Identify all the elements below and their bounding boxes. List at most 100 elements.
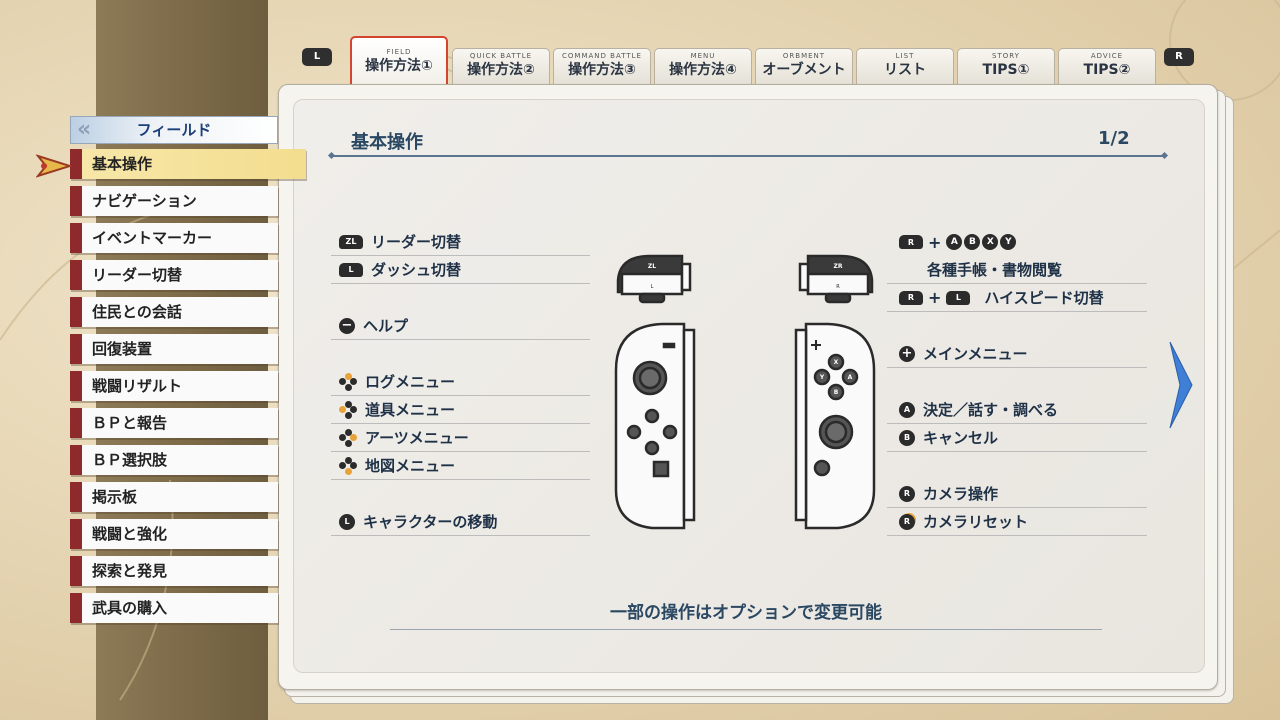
tab-list[interactable]: LIST リスト (856, 48, 954, 86)
control-label: 地図メニュー (365, 457, 456, 475)
minus-button-icon: − (339, 317, 355, 334)
dpad-left-icon (339, 400, 357, 419)
r-shoulder-icon[interactable]: R (1164, 48, 1194, 66)
control-row: R カメラリセット (887, 508, 1147, 536)
tab-sub-label: LIST (895, 52, 915, 60)
control-row: − ヘルプ (331, 312, 590, 340)
l-label: L (651, 284, 654, 290)
tab-command-battle[interactable]: COMMAND BATTLE 操作方法③ (553, 48, 651, 86)
plus-button-icon: + (899, 345, 915, 362)
title-divider (331, 155, 1165, 157)
tab-bar: L FIELD 操作方法① QUICK BATTLE 操作方法② COMMAND… (302, 34, 1202, 86)
menu-item-bp-report[interactable]: ＢＰと報告 (70, 408, 278, 438)
menu-item-bulletin-board[interactable]: 掲示板 (70, 482, 278, 512)
control-label: 道具メニュー (365, 401, 456, 419)
control-row: L キャラクターの移動 (331, 508, 590, 536)
b-button-icon: B (899, 429, 915, 446)
tab-sub-label: COMMAND BATTLE (562, 52, 642, 60)
a-label: A (848, 374, 853, 381)
tab-story[interactable]: STORY TIPS① (957, 48, 1055, 86)
category-header[interactable]: « フィールド (70, 116, 278, 144)
tab-sub-label: ORBMENT (782, 52, 826, 60)
control-label: キャラクターの移動 (363, 513, 498, 531)
page-indicator: 1/2 (1098, 128, 1130, 149)
y-label: Y (819, 374, 825, 381)
dpad-right-icon (339, 428, 357, 447)
menu-item-explore-discover[interactable]: 探索と発見 (70, 556, 278, 586)
control-row: 道具メニュー (331, 396, 590, 424)
joycon-illustration: ZL ZR X Y A B L R (614, 254, 876, 530)
tab-orbment[interactable]: ORBMENT オーブメント (755, 48, 853, 86)
control-label: 決定／話す・調べる (923, 401, 1059, 419)
tab-label: 操作方法④ (669, 62, 737, 78)
plus-sign: + (928, 288, 942, 307)
menu-item-leader-switch[interactable]: リーダー切替 (70, 260, 278, 290)
menu-item-resident-talk[interactable]: 住民との会話 (70, 297, 278, 327)
b-button-icon: B (964, 234, 981, 250)
dpad-down-icon (339, 456, 357, 475)
control-row: ログメニュー (331, 368, 590, 396)
menu-item-buy-equipment[interactable]: 武具の購入 (70, 593, 278, 623)
control-row: A 決定／話す・調べる (887, 396, 1147, 424)
x-button-icon: X (982, 234, 999, 250)
tab-quick-battle[interactable]: QUICK BATTLE 操作方法② (452, 48, 550, 86)
footer-note: 一部の操作はオプションで変更可能 (390, 598, 1102, 630)
l-button-icon: L (339, 262, 363, 277)
menu-item-basic-controls[interactable]: 基本操作 (70, 149, 306, 179)
control-label: 各種手帳・書物閲覧 (927, 261, 1063, 279)
control-row: R + L ハイスピード切替 (887, 284, 1147, 312)
right-stick-press-icon: R (899, 513, 915, 530)
tab-advice[interactable]: ADVICE TIPS② (1058, 48, 1156, 86)
tab-label: 操作方法① (365, 58, 433, 74)
selection-cursor-icon (36, 154, 72, 178)
menu-item-battle-enhance[interactable]: 戦闘と強化 (70, 519, 278, 549)
r-button-icon: R (899, 290, 923, 305)
control-label: メインメニュー (923, 345, 1028, 363)
a-button-icon: A (899, 401, 915, 418)
control-label: カメラリセット (923, 513, 1029, 531)
x-label: X (834, 359, 839, 366)
menu-item-bp-choices[interactable]: ＢＰ選択肢 (70, 445, 278, 475)
menu-item-navigation[interactable]: ナビゲーション (70, 186, 278, 216)
tab-label: リスト (884, 62, 926, 78)
tab-label: TIPS① (982, 62, 1030, 78)
control-label: ダッシュ切替 (371, 261, 462, 279)
zr-label: ZR (834, 263, 843, 270)
l-shoulder-icon[interactable]: L (302, 48, 332, 66)
b-label: B (834, 389, 839, 396)
tab-field[interactable]: FIELD 操作方法① (350, 36, 448, 86)
category-label: フィールド (136, 121, 212, 139)
tab-label: 操作方法② (467, 62, 535, 78)
dpad-up-icon (339, 372, 357, 391)
plus-sign: + (928, 232, 942, 252)
r-label: R (836, 284, 840, 290)
control-row: B キャンセル (887, 424, 1147, 452)
control-label: ログメニュー (365, 373, 456, 391)
tab-sub-label: ADVICE (1090, 52, 1124, 60)
tab-sub-label: MENU (690, 52, 716, 60)
control-row: R カメラ操作 (887, 480, 1147, 508)
tab-sub-label: QUICK BATTLE (469, 52, 533, 60)
control-label: アーツメニュー (365, 429, 469, 447)
tab-sub-label: FIELD (386, 48, 412, 56)
l-button-icon: L (946, 290, 971, 305)
control-row: + メインメニュー (887, 340, 1147, 368)
section-title: 基本操作 (351, 132, 423, 153)
control-label: リーダー切替 (371, 233, 462, 251)
left-stick-icon: L (339, 513, 355, 530)
control-row: 地図メニュー (331, 452, 590, 480)
tab-label: TIPS② (1083, 62, 1131, 78)
next-page-arrow-icon[interactable] (1166, 340, 1196, 430)
menu-item-battle-result[interactable]: 戦闘リザルト (70, 371, 278, 401)
tab-menu[interactable]: MENU 操作方法④ (654, 48, 752, 86)
control-row: R + A B X Y (887, 228, 1147, 256)
control-row: 各種手帳・書物閲覧 (887, 256, 1147, 284)
r-button-icon: R (899, 235, 923, 249)
tab-sub-label: STORY (992, 52, 1020, 60)
menu-item-recovery-device[interactable]: 回復装置 (70, 334, 278, 364)
zl-label: ZL (648, 263, 656, 270)
control-label: キャンセル (923, 429, 999, 447)
tab-label: 操作方法③ (568, 62, 636, 78)
control-row: ZL リーダー切替 (331, 228, 590, 256)
menu-item-event-marker[interactable]: イベントマーカー (70, 223, 278, 253)
